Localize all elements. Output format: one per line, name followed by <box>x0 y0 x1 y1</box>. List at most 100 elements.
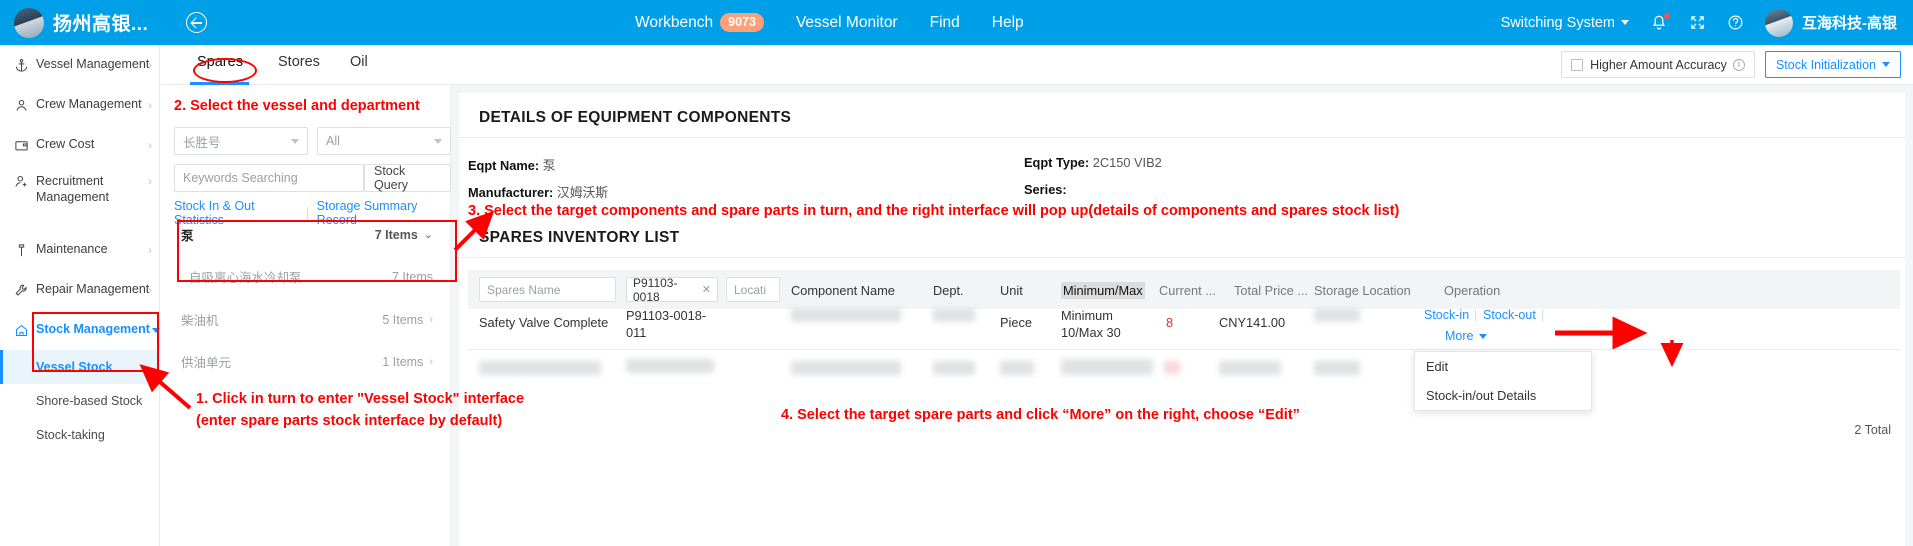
nav-workbench-label: Workbench <box>635 13 714 31</box>
checkbox-box[interactable] <box>1571 58 1584 71</box>
sidebar-sub-label: Shore-based Stock <box>36 394 143 408</box>
equipment-group-count: 1 Items <box>382 354 424 369</box>
cell-code-redacted <box>626 359 714 373</box>
company-logo-icon <box>14 7 44 38</box>
chevron-right-icon: › <box>148 58 152 72</box>
sidebar-label-line2: Management <box>36 189 109 204</box>
series-label: Series: <box>1024 182 1067 197</box>
sidebar-item-crew-cost[interactable]: Crew Cost › <box>0 125 160 165</box>
nav-vessel-monitor[interactable]: Vessel Monitor <box>796 14 898 32</box>
equipment-group-row[interactable]: 柴油机 5 Items › <box>181 310 433 329</box>
back-arrow-icon[interactable] <box>186 12 208 33</box>
cell-current-stock: 8 <box>1166 315 1174 330</box>
top-nav: Workbench 9073 Vessel Monitor Find Help <box>635 0 1056 45</box>
chevron-down-icon <box>1479 333 1488 339</box>
annotation-step-4: 4. Select the target spare parts and cli… <box>781 407 1300 423</box>
avatar <box>1765 8 1793 37</box>
vessel-select-value: 长胜号 <box>183 135 221 150</box>
question-circle-icon[interactable] <box>1727 14 1744 31</box>
column-header-storage-location[interactable]: Storage Location <box>1314 283 1411 298</box>
nav-help[interactable]: Help <box>992 14 1024 32</box>
chevron-down-icon <box>1621 20 1629 25</box>
sidebar-item-vessel-management[interactable]: Vessel Management › <box>0 45 160 85</box>
chevron-right-icon: › <box>429 313 433 326</box>
series-field: Series: <box>1024 182 1067 197</box>
column-header-minimum-max[interactable]: Minimum/Max <box>1061 282 1145 299</box>
cell-spares-name: Safety Valve Complete <box>479 315 609 330</box>
top-bar: 扬州高银... Workbench 9073 Vessel Monitor Fi… <box>0 0 1913 45</box>
stock-initialization-button[interactable]: Stock Initialization <box>1764 51 1901 78</box>
eqpt-name-value: 泵 <box>542 158 556 173</box>
menu-item-stock-in-out-details[interactable]: Stock-in/out Details <box>1415 381 1591 410</box>
switching-system-button[interactable]: Switching System <box>1501 15 1629 31</box>
sidebar-item-stock-management[interactable]: Stock Management <box>0 310 160 350</box>
manufacturer-value: 汉姆沃斯 <box>556 185 609 200</box>
bell-icon[interactable] <box>1650 12 1670 32</box>
cell-code: P91103-0018-011 <box>626 308 707 341</box>
sidebar-item-stock-taking[interactable]: Stock-taking <box>0 418 160 452</box>
chevron-right-icon: › <box>148 283 152 297</box>
filter-code-tag[interactable]: P91103-0018 ✕ <box>626 276 718 304</box>
tab-spares[interactable]: Spares <box>197 54 243 70</box>
wallet-icon <box>10 138 32 153</box>
cell-dept-redacted <box>933 361 975 375</box>
higher-amount-accuracy-checkbox[interactable]: Higher Amount Accuracy i <box>1561 51 1755 78</box>
column-header-operation[interactable]: Operation <box>1444 283 1500 298</box>
manufacturer-label: Manufacturer: <box>468 185 554 200</box>
sidebar-item-shore-based-stock[interactable]: Shore-based Stock <box>0 384 160 418</box>
sidebar-item-crew-management[interactable]: Crew Management › <box>0 85 160 125</box>
cell-unit: Piece <box>1000 315 1033 330</box>
tab-stores[interactable]: Stores <box>278 54 320 70</box>
column-header-component-name[interactable]: Component Name <box>791 283 895 298</box>
equipment-group-row[interactable]: 供油单元 1 Items › <box>181 352 433 371</box>
sidebar-sub-label: Vessel Stock <box>36 360 113 374</box>
column-header-total-price[interactable]: Total Price ... <box>1234 283 1308 298</box>
close-icon[interactable]: ✕ <box>702 283 711 296</box>
inventory-title: SPARES INVENTORY LIST <box>479 229 680 246</box>
divider <box>306 207 308 219</box>
link-stock-in-out-statistics[interactable]: Stock In & Out Statistics <box>174 199 298 227</box>
equipment-sub-row[interactable]: 自吸离心海水冷却泵 7 Items <box>189 267 433 286</box>
menu-item-edit[interactable]: Edit <box>1415 352 1591 381</box>
row-action-stock-out[interactable]: Stock-out <box>1483 308 1536 322</box>
details-panel: DETAILS OF EQUIPMENT COMPONENTS Eqpt Nam… <box>459 93 1905 546</box>
notification-dot <box>1664 12 1670 19</box>
sidebar: Vessel Management › Crew Management › Cr… <box>0 45 160 546</box>
chevron-right-icon: › <box>148 98 152 112</box>
sidebar-item-repair-management[interactable]: Repair Management › <box>0 270 160 310</box>
filter-spares-name-input[interactable]: Spares Name <box>479 277 616 302</box>
search-input[interactable]: Keywords Searching <box>174 164 364 192</box>
row-action-stock-in[interactable]: Stock-in <box>1424 308 1469 322</box>
column-header-dept[interactable]: Dept. <box>933 283 964 298</box>
tab-oil[interactable]: Oil <box>350 54 368 70</box>
department-select[interactable]: All <box>317 127 451 155</box>
cell-minimum-max: Minimum 10/Max 30 <box>1061 308 1121 341</box>
nav-workbench[interactable]: Workbench 9073 <box>635 12 764 33</box>
stock-query-button[interactable]: Stock Query <box>364 164 451 192</box>
sidebar-item-vessel-stock[interactable]: Vessel Stock <box>0 350 160 384</box>
vessel-select[interactable]: 长胜号 <box>174 127 308 155</box>
filter-location-input[interactable]: Locati <box>726 277 780 302</box>
column-header-unit[interactable]: Unit <box>1000 283 1023 298</box>
sidebar-item-recruitment-management[interactable]: Recruitment Management › <box>0 165 160 205</box>
equipment-group-row[interactable]: 泵 7 Items ⌄ <box>181 225 433 244</box>
column-header-current[interactable]: Current ... <box>1159 283 1216 298</box>
brand[interactable]: 扬州高银... <box>14 7 149 38</box>
cell-unit-redacted <box>1000 361 1034 375</box>
sidebar-label: Recruitment <box>36 174 104 188</box>
fullscreen-icon[interactable] <box>1689 14 1706 31</box>
sidebar-item-maintenance[interactable]: Maintenance › <box>0 230 160 270</box>
link-storage-summary-record[interactable]: Storage Summary Record <box>317 199 450 227</box>
search-placeholder: Keywords Searching <box>183 171 298 185</box>
nav-help-label: Help <box>991 13 1024 31</box>
nav-find[interactable]: Find <box>930 14 960 32</box>
eqpt-name-field: Eqpt Name: 泵 <box>468 155 555 174</box>
company-name: 扬州高银... <box>53 14 149 35</box>
info-circle-icon[interactable]: i <box>1732 58 1745 71</box>
stock-query-label: Stock Query <box>374 164 409 192</box>
person-plus-icon <box>10 174 32 189</box>
row-action-more[interactable]: More <box>1445 329 1488 343</box>
sidebar-label: Maintenance <box>36 242 108 257</box>
user-profile[interactable]: 互海科技-高银 <box>1765 8 1897 37</box>
manufacturer-field: Manufacturer: 汉姆沃斯 <box>468 182 608 201</box>
